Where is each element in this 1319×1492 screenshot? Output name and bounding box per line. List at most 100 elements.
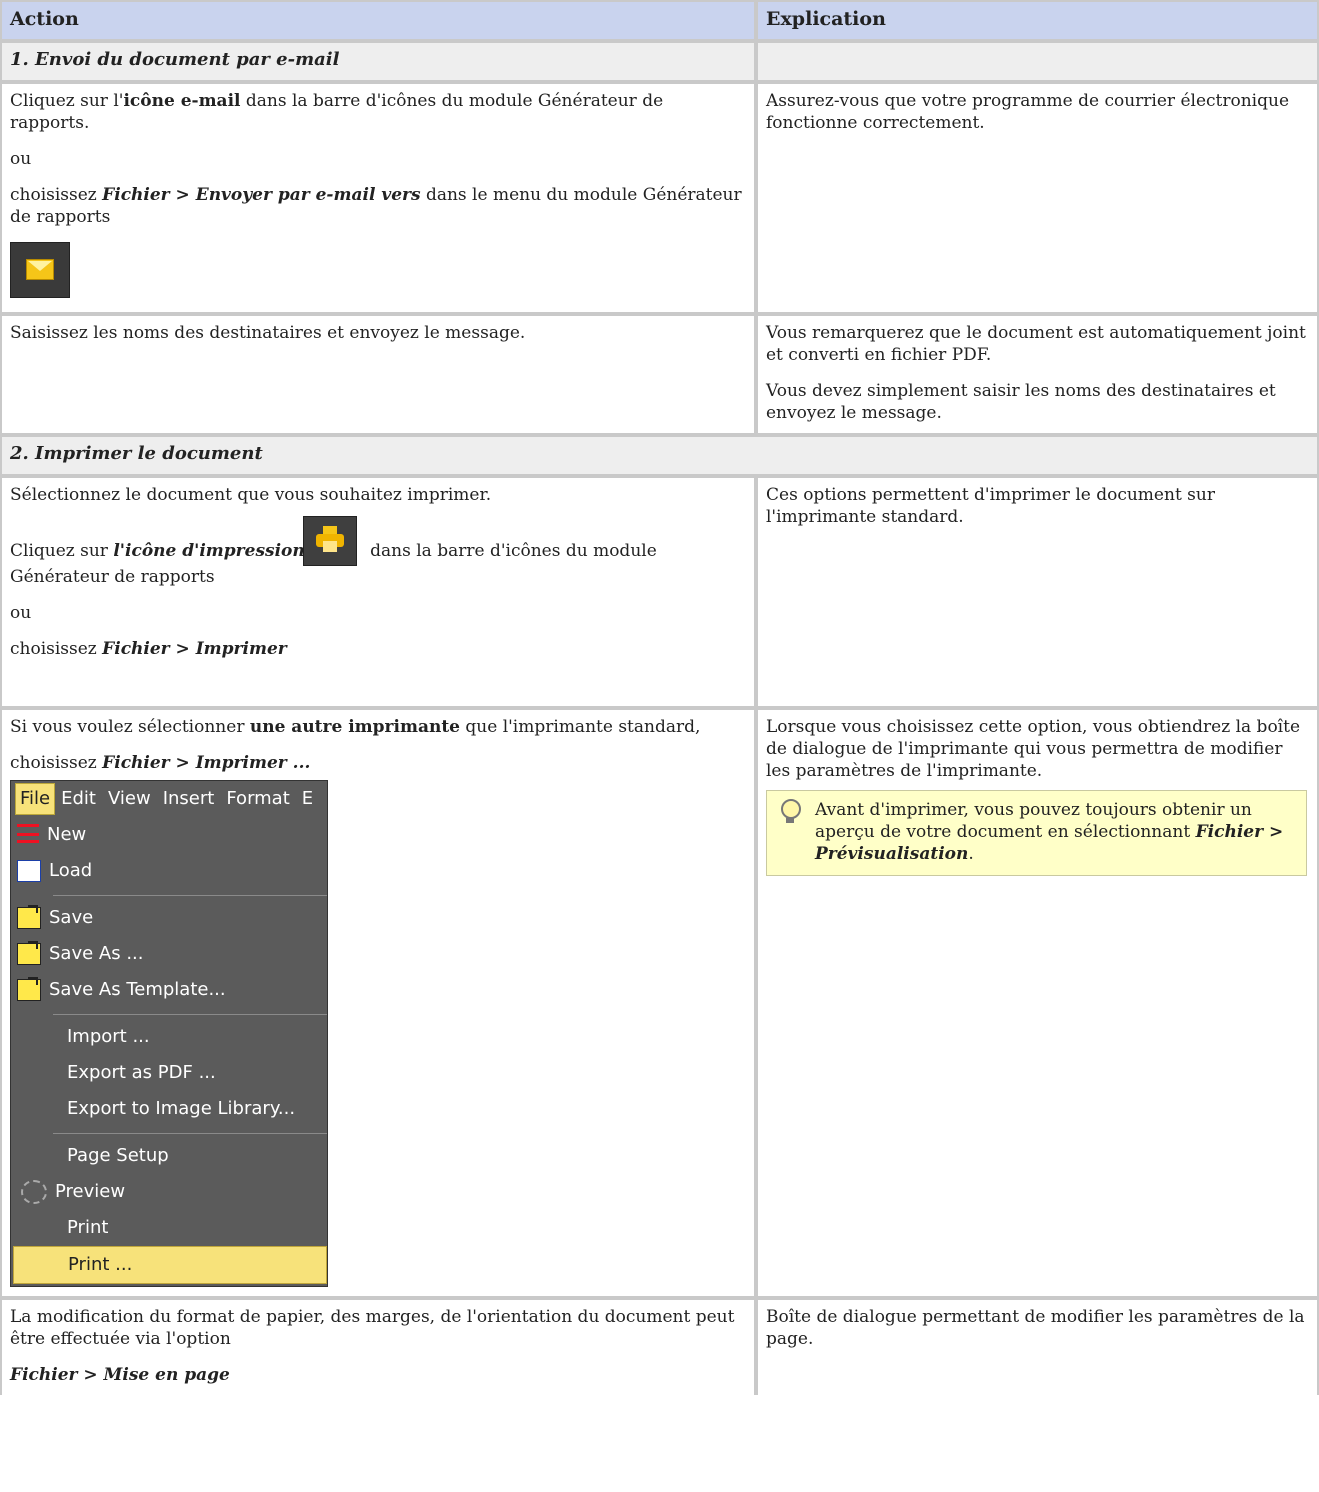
help-table: Action Explication 1. Envoi du document … xyxy=(0,0,1319,1395)
paragraph: choisissez Fichier > Imprimer xyxy=(10,638,744,660)
menu-item-label: Save As Template... xyxy=(49,979,226,1000)
menu-item-label: New xyxy=(47,824,87,845)
text: . xyxy=(968,844,974,864)
menu-item-save-as-template[interactable]: Save As Template... xyxy=(11,972,327,1008)
section-row-print: 2. Imprimer le document xyxy=(0,435,1319,476)
menu-ref: Fichier xyxy=(102,639,170,659)
header-explanation: Explication xyxy=(756,0,1319,41)
paragraph: ou xyxy=(10,603,32,623)
menu-truncated[interactable]: E xyxy=(296,788,319,810)
text: Cliquez sur l' xyxy=(10,91,124,111)
menu-ref: Imprimer xyxy=(195,639,287,659)
document: Action Explication 1. Envoi du document … xyxy=(0,0,1319,1395)
table-row: Sélectionnez le document que vous souhai… xyxy=(0,476,1319,708)
menu-separator xyxy=(53,1133,327,1134)
menu-item-save-as[interactable]: Save As ... xyxy=(11,936,327,972)
paragraph: Saisissez les noms des destinataires et … xyxy=(10,323,526,343)
menu-ref: Fichier xyxy=(1195,822,1264,842)
table-row: Saisissez les noms des destinataires et … xyxy=(0,314,1319,435)
file-menu-screenshot: File Edit View Insert Format E New Load … xyxy=(10,780,328,1287)
menu-ref: Envoyer par e-mail vers xyxy=(195,185,421,205)
menu-item-label: Save xyxy=(49,907,94,928)
menu-format[interactable]: Format xyxy=(220,788,295,810)
table-row: Cliquez sur l'icône e-mail dans la barre… xyxy=(0,82,1319,314)
menu-item-label: Save As ... xyxy=(49,943,144,964)
menu-item-label: Export as PDF ... xyxy=(67,1062,216,1083)
text: choisissez xyxy=(10,639,103,659)
text: que l'imprimante standard, xyxy=(460,717,701,737)
action-cell: La modification du format de papier, des… xyxy=(0,1298,756,1395)
tip-text: Avant d'imprimer, vous pouvez toujours o… xyxy=(815,800,1252,842)
preview-icon xyxy=(21,1180,47,1204)
menu-file[interactable]: File xyxy=(15,783,56,815)
paragraph: Cliquez sur l'icône e-mail dans la barre… xyxy=(10,90,744,134)
printer-icon xyxy=(302,516,357,566)
menu-edit[interactable]: Edit xyxy=(55,788,102,810)
paragraph: Boîte de dialogue permettant de modifier… xyxy=(766,1307,1305,1349)
menu-insert[interactable]: Insert xyxy=(157,788,221,810)
explanation-cell: Vous remarquerez que le document est aut… xyxy=(756,314,1319,435)
menu-item-label: Import ... xyxy=(67,1026,150,1047)
table-row: La modification du format de papier, des… xyxy=(0,1298,1319,1395)
menu-item-print-dialog[interactable]: Print ... xyxy=(13,1246,327,1284)
save-icon xyxy=(17,905,41,929)
header-action: Action xyxy=(0,0,756,41)
menu-item-save[interactable]: Save xyxy=(11,900,327,936)
menu-ref: Fichier xyxy=(102,753,170,773)
menu-item-label: Page Setup xyxy=(67,1145,169,1166)
menu-ref: l'icône d'impression xyxy=(113,541,305,561)
section-row-email: 1. Envoi du document par e-mail xyxy=(0,41,1319,82)
menu-view[interactable]: View xyxy=(102,788,157,810)
menu-bar: File Edit View Insert Format E xyxy=(11,781,327,817)
arrow-text: > xyxy=(169,639,196,659)
menu-ref: Fichier xyxy=(102,185,170,205)
table-header-row: Action Explication xyxy=(0,0,1319,41)
menu-item-preview[interactable]: Preview xyxy=(11,1174,327,1210)
action-cell: Sélectionnez le document que vous souhai… xyxy=(0,476,756,708)
explanation-cell: Lorsque vous choisissez cette option, vo… xyxy=(756,708,1319,1298)
arrow-text: > xyxy=(169,185,196,205)
menu-item-print[interactable]: Print xyxy=(11,1210,327,1246)
paragraph: ou xyxy=(10,149,32,169)
menu-item-label: Preview xyxy=(55,1181,126,1202)
explanation-cell: Assurez-vous que votre programme de cour… xyxy=(756,82,1319,314)
text: choisissez xyxy=(10,753,103,773)
load-icon xyxy=(17,860,41,882)
paragraph: Fichier > Mise en page xyxy=(10,1364,744,1386)
save-icon xyxy=(17,941,41,965)
paragraph: Assurez-vous que votre programme de cour… xyxy=(766,91,1290,133)
menu-item-import[interactable]: Import ... xyxy=(11,1019,327,1055)
section-title-print: 2. Imprimer le document xyxy=(0,435,1319,476)
menu-item-load[interactable]: Load xyxy=(11,853,327,889)
paragraph: Vous devez simplement saisir les noms de… xyxy=(766,381,1276,423)
arrow-text: > xyxy=(1263,822,1284,842)
paragraph: Cliquez sur l'icône d'impression dans la… xyxy=(10,516,744,588)
paragraph: Ces options permettent d'imprimer le doc… xyxy=(766,485,1215,527)
menu-item-export-image-library[interactable]: Export to Image Library... xyxy=(11,1091,327,1127)
explanation-cell: Boîte de dialogue permettant de modifier… xyxy=(756,1298,1319,1395)
menu-item-export-pdf[interactable]: Export as PDF ... xyxy=(11,1055,327,1091)
save-icon xyxy=(17,977,41,1001)
paragraph: Lorsque vous choisissez cette option, vo… xyxy=(766,717,1301,781)
bold-text: icône e-mail xyxy=(123,91,241,111)
new-icon xyxy=(17,823,39,847)
menu-item-label: Load xyxy=(49,860,93,881)
section-empty-cell xyxy=(756,41,1319,82)
table-row: Si vous voulez sélectionner une autre im… xyxy=(0,708,1319,1298)
menu-item-label: Export to Image Library... xyxy=(67,1098,296,1119)
paragraph: Si vous voulez sélectionner une autre im… xyxy=(10,716,744,738)
text: choisissez xyxy=(10,185,103,205)
menu-item-label: Print xyxy=(67,1217,109,1238)
lightbulb-icon xyxy=(781,799,801,823)
email-icon xyxy=(10,242,70,298)
paragraph: choisissez Fichier > Envoyer par e-mail … xyxy=(10,184,744,228)
action-cell: Si vous voulez sélectionner une autre im… xyxy=(0,708,756,1298)
action-cell: Saisissez les noms des destinataires et … xyxy=(0,314,756,435)
arrow-text: > xyxy=(169,753,196,773)
paragraph: Vous remarquerez que le document est aut… xyxy=(766,323,1306,365)
menu-item-page-setup[interactable]: Page Setup xyxy=(11,1138,327,1174)
menu-item-new[interactable]: New xyxy=(11,817,327,853)
menu-separator xyxy=(53,895,327,896)
menu-ref: Imprimer ... xyxy=(195,753,311,773)
explanation-cell: Ces options permettent d'imprimer le doc… xyxy=(756,476,1319,708)
